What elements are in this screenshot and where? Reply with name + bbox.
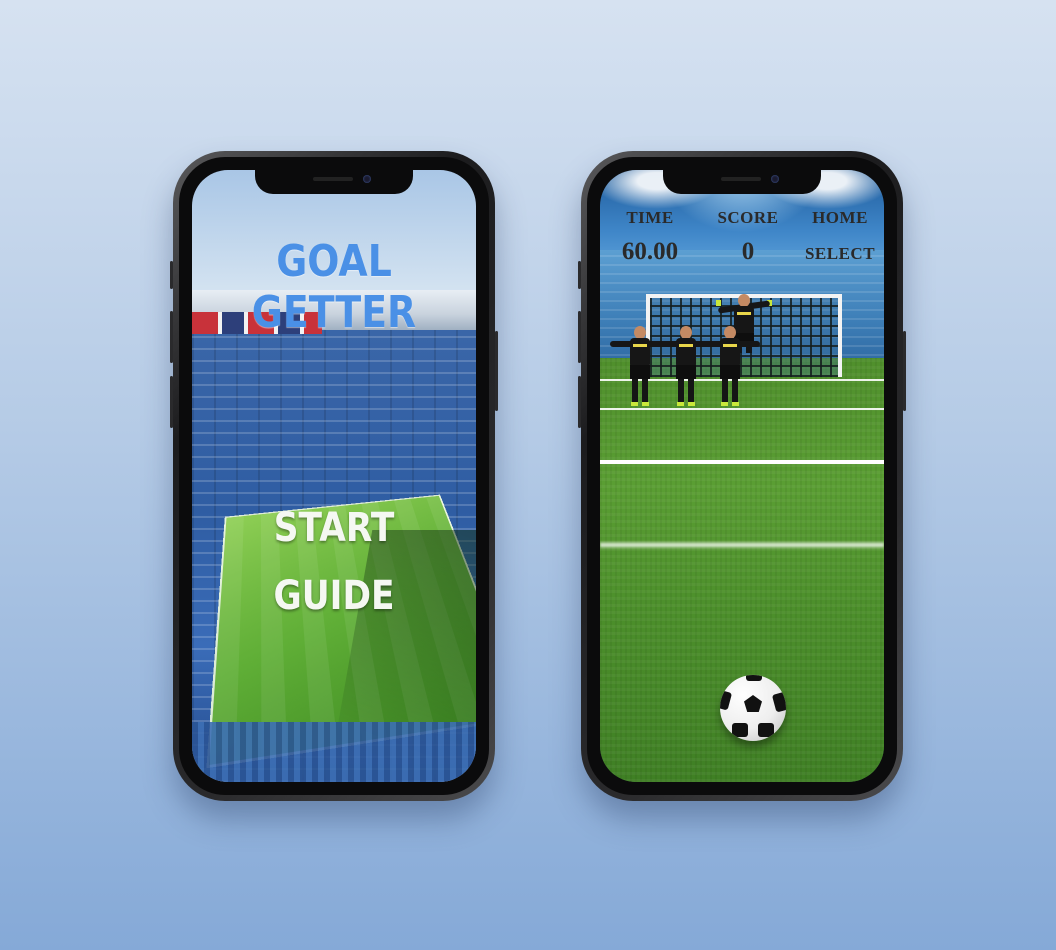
defender-badge: [679, 344, 693, 347]
defender-jersey: [720, 338, 740, 366]
power-button: [903, 331, 906, 411]
guide-button[interactable]: GUIDE: [212, 573, 456, 619]
defender-legs: [722, 379, 738, 403]
stadium-lower-tier: [192, 722, 476, 782]
volume-up-button: [170, 311, 173, 363]
defender-badge: [723, 344, 737, 347]
camera-icon: [771, 175, 779, 183]
phone-mockup-menu: GOAL GETTER START GUIDE: [170, 151, 498, 801]
defender-shorts: [630, 365, 650, 379]
power-button: [495, 331, 498, 411]
select-button[interactable]: SELECT: [798, 244, 882, 264]
volume-down-button: [170, 376, 173, 428]
ball-patch: [746, 675, 762, 681]
defender-boots: [631, 402, 649, 406]
defender-jersey: [676, 338, 696, 366]
volume-up-button: [578, 311, 581, 363]
game-title: GOAL GETTER: [251, 236, 417, 338]
score-value: 0: [741, 238, 755, 265]
ball-patch: [732, 723, 748, 737]
phone-notch: [663, 170, 821, 194]
keeper-badge: [737, 312, 751, 315]
phone-mockup-game: TIME 60.00 SCORE 0 HOME SELECT: [578, 151, 906, 801]
ball-patch: [720, 689, 733, 711]
time-label: TIME: [626, 208, 674, 227]
defender-jersey: [630, 338, 650, 366]
camera-icon: [363, 175, 371, 183]
phone-notch: [255, 170, 413, 194]
defender-shorts: [720, 365, 740, 379]
time-value: 60.00: [621, 238, 679, 265]
penalty-box-line: [600, 460, 884, 464]
score-label: SCORE: [717, 208, 779, 227]
penalty-spot-line: [600, 541, 884, 549]
defender-boots: [677, 402, 695, 406]
defender-badge: [633, 344, 647, 347]
six-yard-line: [600, 408, 884, 410]
keeper-jersey: [734, 306, 754, 334]
speaker-icon: [721, 177, 761, 181]
game-screen: TIME 60.00 SCORE 0 HOME SELECT: [600, 170, 884, 782]
mute-switch: [170, 261, 173, 289]
speaker-icon: [313, 177, 353, 181]
ball-patch: [771, 691, 786, 713]
menu-screen: GOAL GETTER START GUIDE: [192, 170, 476, 782]
defender-boots: [721, 402, 739, 406]
mute-switch: [578, 261, 581, 289]
start-button[interactable]: START: [212, 505, 456, 551]
ball-patch: [758, 723, 774, 737]
defender-shorts: [676, 365, 696, 379]
soccer-ball-icon[interactable]: [720, 675, 786, 741]
volume-down-button: [578, 376, 581, 428]
defender-legs: [678, 379, 694, 403]
ball-patch: [744, 695, 762, 712]
defender-legs: [632, 379, 648, 403]
home-button[interactable]: HOME: [804, 208, 876, 228]
